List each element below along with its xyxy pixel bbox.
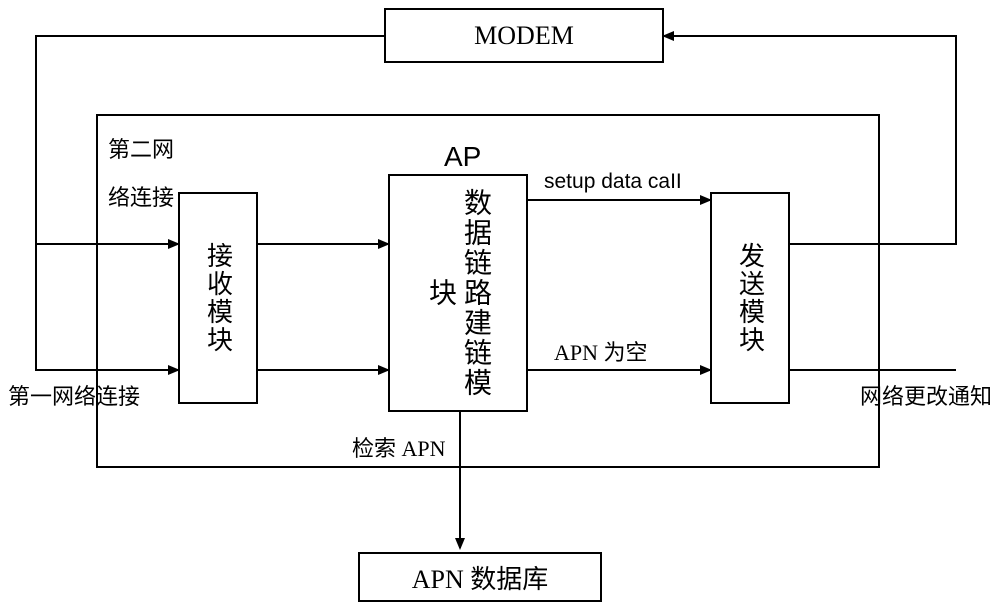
net-change-label: 网络更改通知 — [860, 380, 992, 413]
receive-label: 接收模块 — [200, 242, 235, 354]
datalink-label: 数据链路建链模块 — [423, 176, 493, 410]
ap-title: AP — [444, 136, 481, 178]
receive-module: 接收模块 — [178, 192, 258, 404]
setup-call-label: setup data caII — [544, 166, 682, 198]
modem-box: MODEM — [384, 8, 664, 63]
search-apn-label: 检索 APN — [352, 432, 446, 465]
first-net-label: 第一网络连接 — [8, 380, 140, 413]
apn-empty-label: APN 为空 — [554, 336, 648, 369]
datalink-module: 数据链路建链模块 — [388, 174, 528, 412]
second-net-label: 第二网 络连接 — [108, 126, 174, 223]
modem-label: MODEM — [474, 21, 574, 51]
send-label: 发送模块 — [732, 242, 767, 354]
send-module: 发送模块 — [710, 192, 790, 404]
apn-db-box: APN 数据库 — [358, 552, 602, 602]
apn-db-label: APN 数据库 — [412, 559, 549, 596]
